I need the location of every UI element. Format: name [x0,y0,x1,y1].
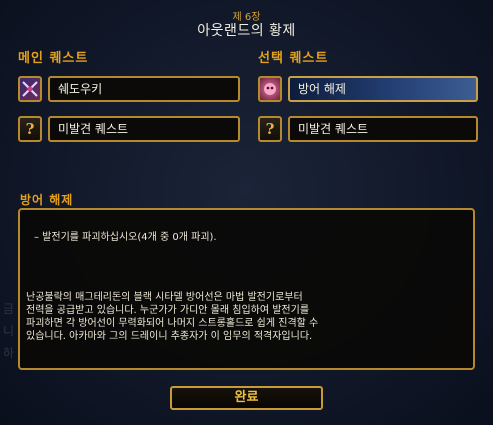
quest-objective: – 발전기를 파괴하십시오(4개 중 0개 파괴). [34,232,217,243]
page-title: 아웃랜드의 황제 [197,23,296,39]
background-glyph: 하 [3,346,15,360]
complete-button[interactable]: 완료 [170,386,323,410]
optional-quests-heading: 선택 퀘스트 [258,51,329,66]
quest-name: 미발견 퀘스트 [288,116,478,142]
quest-name: 방어 해제 [288,76,478,102]
pink-creature-icon [258,76,282,102]
crossed-swords-icon [18,76,42,102]
quest-name: 쉐도우키 [48,76,240,102]
quest-name: 미발견 퀘스트 [48,116,240,142]
main-quest-item-2[interactable]: ? 미발견 퀘스트 [18,116,240,144]
question-mark-icon: ? [18,116,42,142]
main-quest-item-1[interactable]: 쉐도우키 [18,76,240,104]
question-mark-icon: ? [258,116,282,142]
background-glyph: 니 [3,324,15,338]
optional-quest-item-2[interactable]: ? 미발견 퀘스트 [258,116,478,144]
quest-description: 난공불락의 매그테리돈의 블랙 시타델 방어선은 마법 발전기로부터 전력을 공… [26,292,319,342]
optional-quest-item-1[interactable]: 방어 해제 [258,76,478,104]
main-quests-heading: 메인 퀘스트 [18,51,89,66]
background-glyph: 금 [3,302,15,316]
quest-detail-title: 방어 해제 [20,193,74,207]
